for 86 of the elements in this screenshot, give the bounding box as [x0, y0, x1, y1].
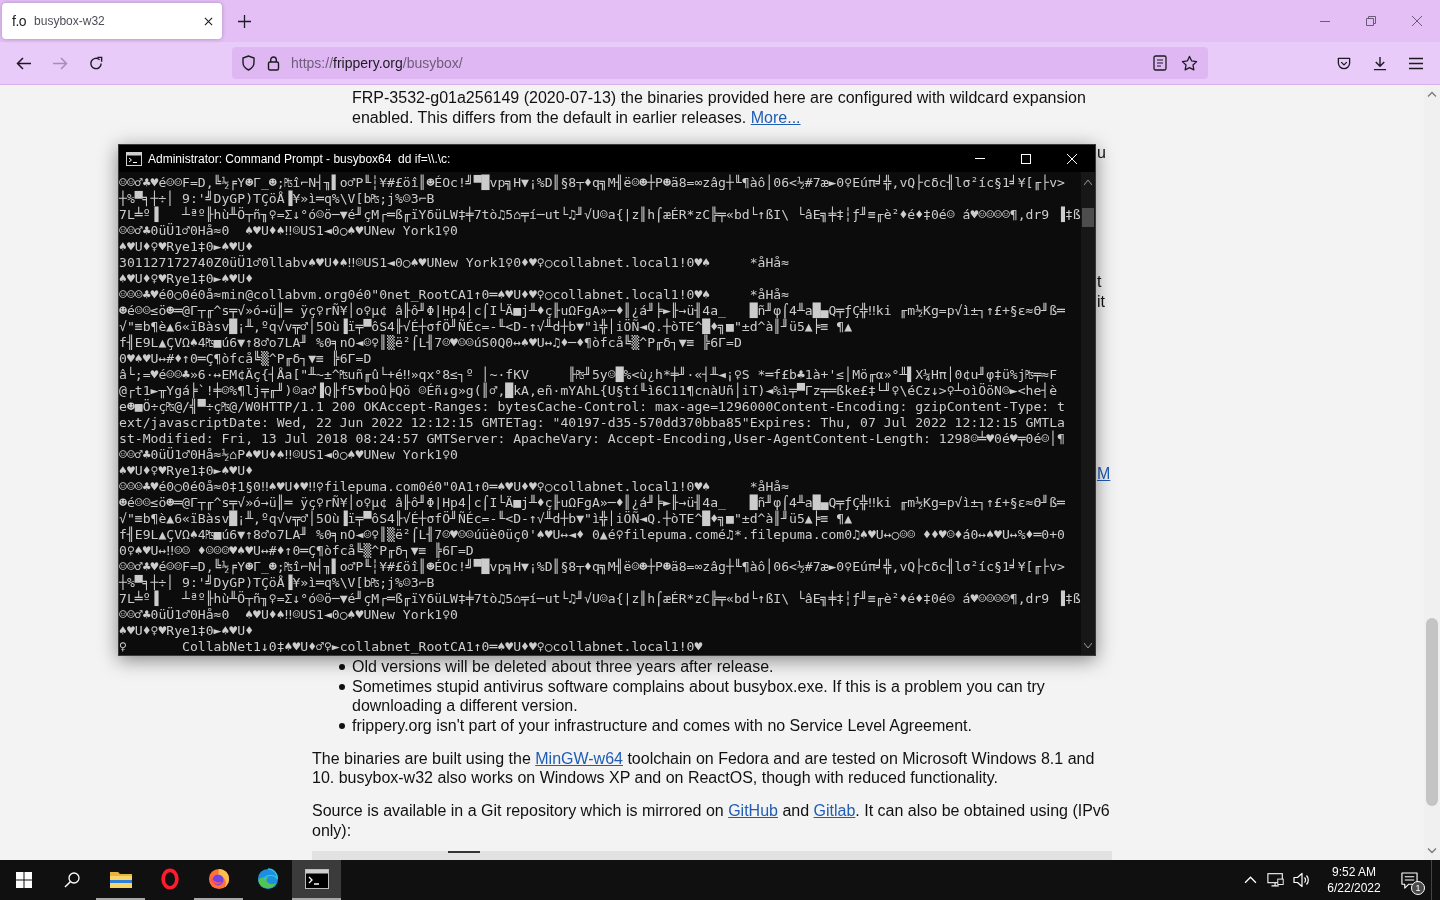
- window-title: Administrator: Command Prompt - busybox64 dd if=\\.\c:: [148, 151, 451, 166]
- notification-badge: 1: [1411, 881, 1425, 895]
- reader-view-icon[interactable]: [1153, 55, 1167, 71]
- clock-time[interactable]: 9:52 AM: [1332, 864, 1376, 880]
- console-line: 0♥♠♥U↔#♦↑0═Ç¶òfcå╚▒^P╓δ┐▼≡ ╠6Γ=D: [119, 351, 372, 367]
- console-line: 301127172740Z0üÜ1♂0llabv♠♥U♦♠‼☺US1◄0○♠♥UNew York1♀0♦♥♀○collabnet.local1!0♥♠ *åHå≈: [119, 255, 791, 271]
- text-fragment: u: [1097, 144, 1106, 161]
- console-line: e☻■Ö÷ç₧@/╣▀÷ç₧@/W0HTTP/1.1 200 OKAccept-Ranges: bytesCache-Control: max-age=1296000Content-Encoding: gzipContent-Type: t: [119, 399, 1066, 415]
- console-line: 7L╧º▐ ┴ªº╟hù╨Ö┬ñ╖♀=Σ↓°ó☺ö─▼é╜çM┌═ß╓ïYδüLW‡╪7tò♫5⌂╤í─ut└♫╜√U☺a{|z║h⌠æÉR*zC╠╤«bd└↑ßI\ └âE╗╪‡┆ƒ╜≡╓è²♦é♦‡0é☺ á♥☺☺☺☺¶,dr9 ▐‡ß: [119, 591, 1081, 607]
- link[interactable]: More...: [750, 108, 801, 126]
- paragraph: The binaries are built using the MinGW-w64 toolchain on Fedora and are tested on Microsoft Windows 8.1 and 10. busybox-w32 also works on Windows XP and on ReactOS, though with reduced functionality.: [312, 748, 1096, 788]
- close-icon: [1412, 16, 1422, 26]
- search-icon: [64, 872, 80, 888]
- scrollbar-thumb[interactable]: [1081, 208, 1094, 227]
- pocket-icon: [1336, 55, 1352, 71]
- console-line: ext/javascriptDate: Wed, 22 Jun 2022 12:12:15 GMTETag: "40197-d35-570dd370bba85"Expires: Thu, 07 Jul 2022 12:12:15 GMTLa: [119, 415, 1066, 430]
- console-line: ♠♥U♦♀♥Rye1‡0►♠♥U♦: [119, 623, 254, 639]
- address-field[interactable]: https://frippery.org/busybox/: [232, 47, 1208, 79]
- console-line: ┼%▀╕┼÷│ 9:'╝DyGP)TÇöÅ▐¥»ì═q%\V[b₧;j%☺3⌐B: [119, 191, 435, 207]
- console-line: √"≡b¶è▲6«ïBàsv█¡╨,ºq√v╦♂│5Où▐ï╤▀ôS4╟√É┼σfÖ╜ÑÉc=-╙<D-↑√╨d┼b▼"ì╬│iÖÑ◄Q.┼òTE^█♦╗■"±d^à║╜ü5▲╞≡ ¶▲: [119, 511, 853, 527]
- console-line: ☺☺♂♣0üÜ1♂0Hå≈0 ♠♥U♦♠‼☺US1◄0○♠♥UNew York1♀0: [119, 223, 458, 239]
- restore-icon: [1366, 16, 1376, 26]
- list-item-text: frippery.org isn't part of your infrastructure and comes with no Service Level Agreement.: [352, 715, 973, 735]
- console-line: √"≡b¶è▲6«ïBàsv█¡╨,ºq√v╦♂│5Où▐ï╤▀ôS4╟√É┼σfÖ╜ÑÉc=-╙<D-↑√╨d┼b▼"ì╬│iÖÑ◄Q.┼òTE^█♦╗■"±d^à║╜ü5▲╞≡ ¶▲: [119, 319, 853, 335]
- scrollbar[interactable]: [1080, 172, 1095, 655]
- download-icon: [1372, 55, 1388, 71]
- console-line: ☻é☺☺≤ö☻═@Γ┬╓^s╤√»ó→ü║═ ÿç♀rÑ¥│o♀µ¢ â╟ô╜Φ|Hp4│c⌠I└Ä■j╨♦ç╟uΩFgA»─♦║¿á╜╞►╟→ü╢4a_ █ñ╜φ⌠4╨a█▄Q╤ƒÇ╬‼ki ╓m½Kg=p√ì±┐↑£+§ε≈Θ╜ß═: [119, 495, 1066, 511]
- scrollbar-thumb[interactable]: [1426, 618, 1438, 806]
- console-line: â└;=♥é☺☺♣»6·↔EM¢Äç{┤Åa["╨~±^₧uñ╓û└+é‼»qx°8≤┐º │~·fKV ╟₧╜5y☺█%<ù¿h*╪╜·«┤╨◄¡♀S *═f£b♣1à+'≤│Mö╓α»°╨▌X¼Hπ│0¢u╜φ‡ü%j₧╤≈F: [119, 367, 1059, 383]
- reload-icon: [88, 55, 104, 71]
- console-line: ☻é☺☺≤ö☻═@Γ┬╓^s╤√»ó→ü║═ ÿç♀rÑ¥│o♀µ¢ â╟ô╜Φ|Hp4│c⌠I└Ä■j╨♦ç╟uΩFgA»─♦║¿á╜╞►╟→ü╢4a_ █ñ╜φ⌠4╨a█▄Q╤ƒÇ╬‼ki ╓m½Kg=p√ì±┐↑£+§ε≈Θ╜ß═: [119, 303, 1066, 319]
- swirl-icon: [255, 868, 280, 890]
- console-line: @┌t1►╥Ygá╞`!╪☺%¶lj╤╓╜)☺a♂▐Q╟f5▼boû╞Qö ☺Éñ↓g»g(║♂,█kA,eñ·mYAhL{U§tí╙ì6C11¶cnàUñ│iT)◄%ì╤▀Γz╤═ßke£‡└╜♀\éCz↓>♀┴oìÖöN☺►<he┤è: [119, 383, 1059, 399]
- link[interactable]: MinGW-w64: [535, 749, 623, 767]
- console-line: 0♀♠♥U↔‼☺☺ ♦☺☺☺♥♠♥U↔#♦↑0═Ç¶òfcå╚▒^P╓δ┐▼≡ ╠6Γ=D: [119, 543, 474, 559]
- console-line: st-Modified: Fri, 13 Jul 2018 08:24:57 GMTServer: ApacheVary: Accept-Encoding,User-AgentContent-Length: 1298☺╧♥0é♥╤0é☺│¶: [119, 431, 1066, 447]
- terminal-icon: [304, 868, 329, 890]
- bullet-icon: [339, 722, 345, 729]
- console-line: ☺☺♂♣0üÜ1♂0Hå≈½⌂P♠♥U♦♠‼☺US1◄0○♠♥UNew York1♀0: [119, 447, 459, 463]
- bullet-icon: [339, 683, 345, 690]
- menu-icon: [1408, 55, 1424, 71]
- lock-icon[interactable]: [267, 55, 280, 71]
- link[interactable]: Gitlab: [813, 802, 856, 819]
- console-line: ♠♥U♦♀♥Rye1‡0►♠♥U♦: [119, 239, 253, 254]
- console-line: ☺☺♂♣♥é☺☺F=D,╚½╒Y☻Γ_☻;₧î⌐N┤╖▌o♂P╙┆¥#£öî║☻ÉOc!╝▀█vp╗H▼¡%D║§8┬♦q╗M╢ë☺☻┼P☻ä8=∞zâg┼╙¶àô│06<½#7æ►0♀Eúπ╛╬,vQ├cδc╢lσ²íc§1╛¥[╓├v>: [119, 559, 1066, 575]
- back-arrow-icon: [16, 55, 32, 71]
- bullet-icon: [339, 664, 345, 670]
- list-item-text: Sometimes stupid antivirus software complains about busybox.exe. If this is a problem you can try downloading a different version.: [352, 676, 1046, 716]
- console-line: 7L╧º▐ ┴ªº╟hù╨Ö┬ñ╖♀=Σ↓°ó☺ö─▼é╜çM┌═ß╓ïYδüLW‡╪7tò♫5⌂╤í─ut└♫╜√U☺a{|z║h⌠æÉR*zC╠╤«bd└↑ßI\ └âE╗╪‡┆ƒ╜≡╓è²♦é♦‡0é☺ á♥☺☺☺☺¶,dr9 ▐‡ß: [119, 207, 1081, 223]
- text-fragment: t it: [1097, 273, 1105, 310]
- browser-tab[interactable]: f.o busybox-w32: [2, 3, 222, 39]
- speaker-icon[interactable]: [1293, 872, 1311, 888]
- close-icon: [1067, 153, 1077, 164]
- taskbar-app-button[interactable]: [292, 860, 341, 900]
- minimize-icon: [1320, 20, 1330, 22]
- console-line: f╢E9L▲ÇVΩ♠4₧■ú6▼↑8♂o7LA╜ %0╕nO◄☺♀║▒ë²⌠L╢7☺♥☺☺úS0Q0↔♠♥U↔♫♦─♦¶òfcå╚▒^P╓δ┐▼≡ ╠6Γ=D: [119, 335, 742, 351]
- list-item-text: Old versions will be deleted about three years after release.: [352, 657, 775, 677]
- terminal-icon: [126, 151, 142, 166]
- console-line: ☺☺☺♣♥é0○0é0å≈min@collabvm.org0é0"0net_RootCA1↑0═♠♥U♦♥♀○collabnet.local1!0♥♠ *åHå≈: [119, 287, 790, 303]
- clock-date[interactable]: 6/22/2022: [1327, 880, 1381, 896]
- list-item-text: FRP-3532-g01a256149 (2020-07-13) the binaries provided here are configured with wildcard expansion enabled. This differs from the default in earlier releases. More...: [352, 88, 1087, 127]
- maximize-icon: [1021, 153, 1031, 164]
- windows-logo-icon: [16, 872, 32, 888]
- fox-globe-icon: [206, 868, 231, 890]
- console-line: ♀ CollabNet1↓0‡♠♥U♦♂♀►collabnet_RootCA1↑0═♠♥U♦♥♀○collabnet.local1!0♥: [119, 639, 704, 655]
- console-line: ♠♥U♦♀♥Rye1‡0►♠♥U♦: [119, 271, 254, 287]
- chevron-up-icon[interactable]: [1244, 876, 1257, 884]
- console-line: f╢E9L▲ÇVΩ♠4₧■ú6▼↑8♂o7LA╜ %0╕nO◄☺♀║▒ë²⌠L╢7☺♥☺☺úüè0üç0'♠♥U↔◄♦ 0▲é♀filepuma.comé♫*.filepuma.com0♫♠♥U↔○☺☺ ♦♦♥☺♦á0↔♠♥U↔%♦═0+0: [119, 527, 1066, 543]
- link[interactable]: M: [1097, 465, 1111, 482]
- console-line: ☺☺♂♣♥é☺☺F=D,╚½╒Y☻Γ_☻;₧î⌐N┤╖▌o♂P╙┆¥#£öî║☻ÉOc!╝▀█vp╗H▼¡%D║§8┬♦q╗M╢ë☺☻┼P☻ä8=∞zâg┼╙¶àô│06<½#7æ►0♀Eúπ╛╬,vQ├cδc╢lσ²íc§1╛¥[╓├v>: [119, 175, 1066, 191]
- new-tab-icon[interactable]: [238, 14, 251, 28]
- close-icon[interactable]: [204, 16, 213, 26]
- site-favicon: f.o: [12, 13, 27, 29]
- minimize-icon: [975, 158, 985, 159]
- console-line: ☺☺☺♣♥é0○0é0å≈0‡1§0‼♠♥U♦♥‼♀filepuma.com0é0"0A1↑0═♠♥U♦♥♀○collabnet.local1!0♥♠ *åHå≈: [119, 479, 790, 495]
- notification-button[interactable]: 1: [1389, 860, 1429, 900]
- shield-icon[interactable]: [241, 55, 256, 71]
- link[interactable]: GitHub: [728, 802, 778, 819]
- console-line: ┼%▀╕┼÷│ 9:'╝DyGP)TÇöÅ▐¥»ì═q%\V[b₧;j%☺3⌐B: [119, 575, 435, 591]
- forward-arrow-icon: [52, 55, 68, 71]
- star-icon[interactable]: [1181, 54, 1198, 72]
- network-icon[interactable]: [1267, 872, 1285, 888]
- console-line: ☺☺♂♣0üÜ1♂0Hå≈0 ♠♥U♦♠‼☺US1◄0○♠♥UNew York1♀0: [119, 607, 458, 623]
- console-line: ♠♥U♦♀♥Rye1‡0►♠♥U♦: [119, 463, 254, 479]
- speech-bubble-icon: [1400, 871, 1418, 889]
- paragraph: Source is available in a Git repository which is mirrored on GitHub and Gitlab. It can also be obtained using (IPv6 only):: [312, 801, 1111, 840]
